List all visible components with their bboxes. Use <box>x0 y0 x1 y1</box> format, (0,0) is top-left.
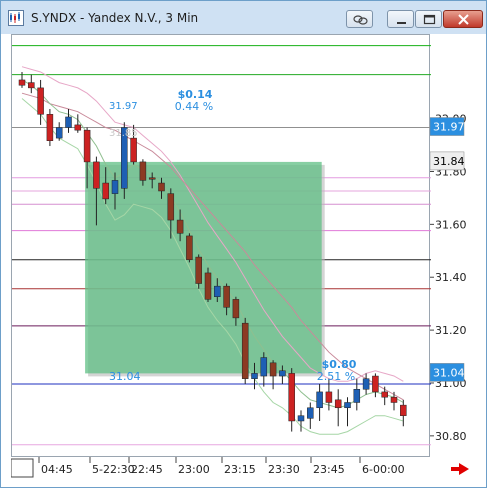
price-axis-labels: 32.0031.8031.6031.4031.2031.0030.8031.97… <box>429 113 467 443</box>
price-tick-label: 31.20 <box>435 324 467 337</box>
window-title: S.YNDX - Yandex N.V., 3 Min <box>31 11 199 25</box>
candle-body <box>362 378 370 390</box>
candle-body <box>130 137 137 163</box>
time-tick-label: 23:30 <box>268 463 300 476</box>
candle-body <box>18 79 26 86</box>
maximize-icon <box>423 14 436 25</box>
candle-body <box>93 161 100 189</box>
time-tick-label: 5-22:30 <box>92 463 135 476</box>
price-axis[interactable]: 32.0031.8031.6031.4031.2031.0030.8031.97… <box>429 34 486 457</box>
candle-body <box>65 116 72 128</box>
candle-body <box>353 389 361 403</box>
link-icon <box>353 15 368 25</box>
price-tick-label: 30.80 <box>435 430 467 443</box>
candle-body <box>400 404 407 416</box>
close-button[interactable] <box>443 10 483 28</box>
candle-body <box>307 407 314 419</box>
price-marker-label: 31.97 <box>433 121 465 134</box>
candle-body <box>158 182 165 192</box>
candle-body <box>195 256 202 284</box>
candle-body <box>232 299 240 319</box>
top-percent-label: 0.44 % <box>175 100 213 113</box>
candle-body <box>204 272 212 300</box>
candle-body <box>372 375 379 393</box>
time-tick-label: 22:45 <box>131 463 163 476</box>
candle-body <box>251 373 258 379</box>
candle-body <box>214 285 221 297</box>
candle-body <box>344 402 351 409</box>
chart-window: S.YNDX - Yandex N.V., 3 Min $0.14 0.44 %… <box>0 0 487 488</box>
candle-body <box>186 235 193 260</box>
minimize-icon <box>397 22 406 24</box>
bottom-percent-label: 2.51 % <box>317 370 355 383</box>
time-tick-label: 23:45 <box>313 463 345 476</box>
price-tick-label: 31.60 <box>435 218 467 231</box>
time-tick-label: 23:00 <box>178 463 210 476</box>
price-tick-label: 31.40 <box>435 271 467 284</box>
maximize-button[interactable] <box>415 10 442 28</box>
minimize-button[interactable] <box>387 10 414 28</box>
candle-body <box>316 391 323 409</box>
candle-body <box>325 391 333 403</box>
link-button[interactable] <box>346 10 373 28</box>
candle-body <box>111 180 119 194</box>
candle-body <box>167 193 175 221</box>
candle-body <box>297 415 305 422</box>
bottom-left-price-label: 31.04 <box>109 370 141 383</box>
candle-body <box>176 219 184 234</box>
candle-body <box>46 114 54 141</box>
candle-body <box>139 161 147 181</box>
time-tick-label: 04:45 <box>41 463 73 476</box>
price-chart: $0.14 0.44 % 31.97 31.85 $0.80 2.51 % 31… <box>12 45 431 446</box>
close-icon <box>458 14 469 25</box>
time-axis[interactable]: 04:45 5-22:30 22:45 23:00 23:15 23:30 23:45 6-0… <box>10 457 486 487</box>
candle-body <box>390 396 398 403</box>
chart-plot-area[interactable]: $0.14 0.44 % 31.97 31.85 $0.80 2.51 % 31… <box>11 34 431 457</box>
scroll-box[interactable] <box>10 458 34 478</box>
candle-body <box>148 177 156 180</box>
candle-body <box>223 285 230 308</box>
candle-body <box>241 322 249 379</box>
title-bar[interactable]: S.YNDX - Yandex N.V., 3 Min <box>1 1 486 34</box>
chart-app-icon <box>8 10 24 26</box>
candle-body <box>269 362 277 377</box>
ghost-price-label: 31.85 <box>109 128 138 139</box>
candle-body <box>288 373 295 422</box>
candle-body <box>102 182 109 200</box>
candle-body <box>334 399 342 409</box>
price-marker-label: 31.04 <box>433 366 465 379</box>
time-axis-labels: 04:45 5-22:3022:45 23:00 23:15 23:30 23:45 6-0… <box>10 457 469 478</box>
time-tick-label: 23:15 <box>224 463 256 476</box>
candle-body <box>83 129 91 163</box>
top-left-price-label: 31.97 <box>109 101 138 112</box>
candle-body <box>260 357 268 377</box>
scroll-right-arrow-icon[interactable] <box>451 463 469 475</box>
time-tick-label: 6-00:00 <box>362 463 405 476</box>
zone-rectangle <box>85 161 322 374</box>
candle-body <box>381 391 388 398</box>
candle-body <box>74 124 82 131</box>
candle-body <box>37 87 44 115</box>
price-marker-label: 31.84 <box>433 155 465 168</box>
candle-body <box>279 370 286 377</box>
candle-body <box>28 82 35 89</box>
candle-body <box>55 127 63 139</box>
